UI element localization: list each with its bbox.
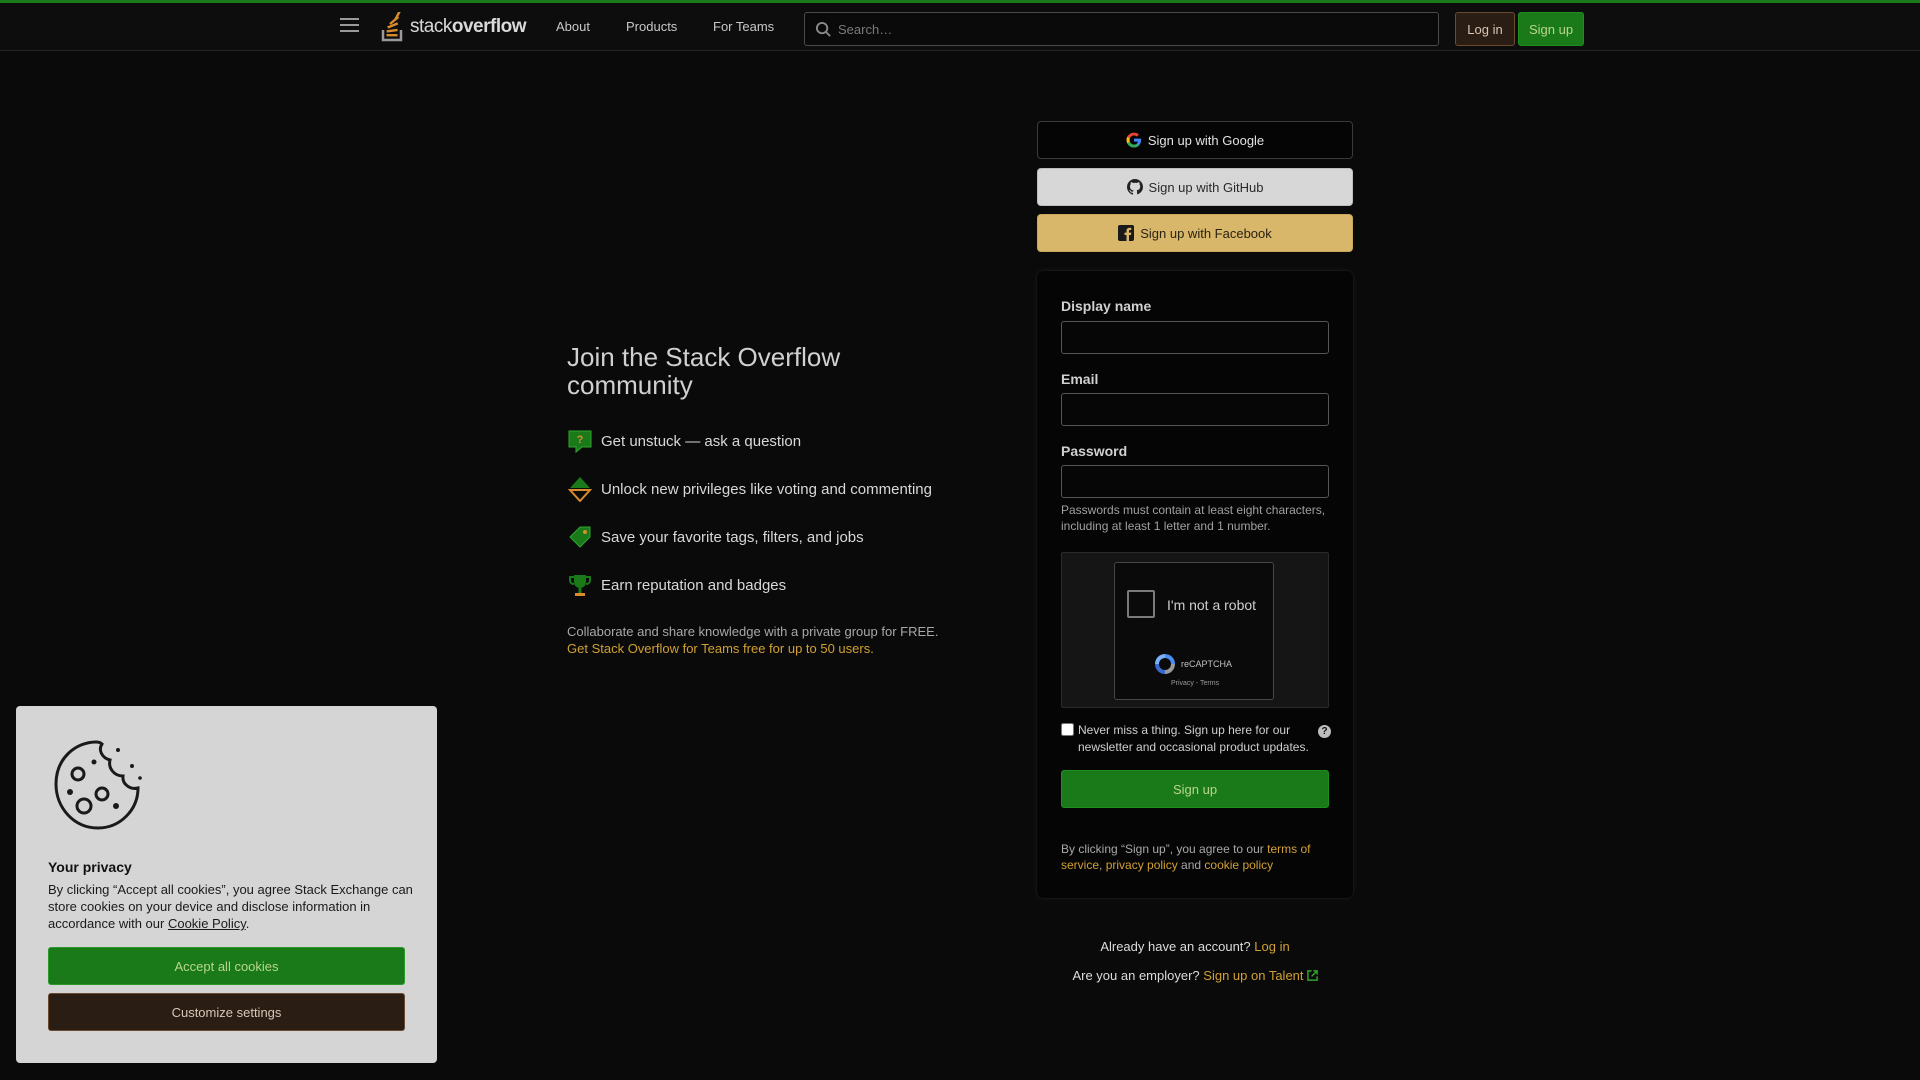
recaptcha-links[interactable]: Privacy - Terms: [1115, 680, 1275, 687]
newsletter-optin: Never miss a thing. Sign up here for our…: [1061, 722, 1331, 756]
recaptcha-checkbox[interactable]: [1127, 590, 1155, 618]
signup-google-label: Sign up with Google: [1147, 132, 1265, 148]
trophy-icon: [569, 575, 591, 596]
signup-form: Display name Email Password Passwords mu…: [1037, 271, 1353, 898]
vote-arrows-icon: [567, 477, 593, 502]
login-button[interactable]: Log in: [1455, 12, 1515, 46]
stack-logo-icon: [381, 12, 403, 42]
cookie-icon: [54, 740, 142, 830]
teams-promo-text: Collaborate and share knowledge with a p…: [567, 624, 939, 639]
feature-item: ? Get unstuck — ask a question: [567, 428, 801, 454]
site-logo[interactable]: stackoverflow: [380, 9, 526, 45]
question-bubble-icon: ?: [568, 430, 592, 454]
cookie-body: By clicking “Accept all cookies”, you ag…: [48, 882, 413, 931]
cookie-policy-link[interactable]: Cookie Policy: [168, 916, 246, 931]
google-icon: [1126, 132, 1141, 148]
feature-item: Save your favorite tags, filters, and jo…: [567, 524, 864, 550]
help-icon[interactable]: ?: [1318, 725, 1331, 738]
svg-text:?: ?: [577, 434, 584, 446]
feature-text: Earn reputation and badges: [601, 576, 787, 594]
signup-github-button[interactable]: Sign up with GitHub: [1037, 168, 1353, 206]
signup-facebook-button[interactable]: Sign up with Facebook: [1037, 214, 1353, 252]
teams-promo: Collaborate and share knowledge with a p…: [567, 623, 938, 657]
have-account-text: Already have an account?: [1100, 939, 1251, 954]
password-field[interactable]: [1061, 465, 1329, 498]
signup-button[interactable]: Sign up: [1518, 12, 1584, 46]
nav-for-teams[interactable]: For Teams: [713, 19, 774, 34]
login-prompt: Already have an account? Log in: [1037, 939, 1353, 954]
login-link[interactable]: Log in: [1254, 939, 1289, 954]
top-bar: stackoverflow About Products For Teams L…: [0, 0, 1920, 51]
logo-text: stackoverflow: [410, 16, 526, 37]
signup-facebook-label: Sign up with Facebook: [1140, 225, 1272, 241]
newsletter-text: Never miss a thing. Sign up here for our…: [1078, 723, 1309, 754]
display-name-label: Display name: [1061, 298, 1152, 314]
employer-text: Are you an employer?: [1072, 968, 1200, 983]
feature-item: Earn reputation and badges: [567, 572, 786, 598]
nav-about[interactable]: About: [556, 19, 590, 34]
nav-products[interactable]: Products: [626, 19, 677, 34]
recaptcha-label: I'm not a robot: [1167, 597, 1257, 613]
signup-submit-button[interactable]: Sign up: [1061, 770, 1329, 808]
talent-link[interactable]: Sign up on Talent: [1203, 968, 1318, 983]
display-name-field[interactable]: [1061, 321, 1329, 354]
recaptcha-icon: [1155, 654, 1175, 674]
email-field[interactable]: [1061, 393, 1329, 426]
signup-github-label: Sign up with GitHub: [1148, 179, 1264, 195]
cookie-policy-link[interactable]: cookie policy: [1204, 858, 1273, 872]
newsletter-checkbox[interactable]: [1061, 723, 1074, 736]
feature-text: Get unstuck — ask a question: [601, 432, 802, 450]
cookie-title: Your privacy: [48, 859, 132, 875]
facebook-icon: [1118, 225, 1135, 241]
feature-text: Save your favorite tags, filters, and jo…: [601, 528, 864, 546]
external-link-icon: [1306, 970, 1318, 981]
cookie-consent-panel: Your privacy By clicking “Accept all coo…: [16, 706, 437, 1063]
accept-cookies-button[interactable]: Accept all cookies: [48, 947, 405, 985]
customize-settings-button[interactable]: Customize settings: [48, 993, 405, 1031]
search-bar: [804, 12, 1439, 46]
feature-item: Unlock new privileges like voting and co…: [567, 476, 932, 502]
feature-text: Unlock new privileges like voting and co…: [601, 480, 932, 498]
github-icon: [1126, 179, 1143, 195]
captcha-container: I'm not a robot reCAPTCHA Privacy - Term…: [1061, 552, 1329, 708]
password-label: Password: [1061, 443, 1128, 459]
search-icon: [815, 21, 831, 37]
teams-promo-link[interactable]: Get Stack Overflow for Teams free for up…: [567, 641, 874, 656]
recaptcha-brand: reCAPTCHA: [1181, 659, 1233, 669]
recaptcha-widget: I'm not a robot reCAPTCHA Privacy - Term…: [1114, 562, 1274, 700]
terms-notice: By clicking “Sign up”, you agree to our …: [1061, 842, 1311, 872]
privacy-link[interactable]: privacy policy: [1106, 858, 1178, 872]
employer-prompt: Are you an employer? Sign up on Talent: [1037, 968, 1353, 983]
signup-google-button[interactable]: Sign up with Google: [1037, 121, 1353, 159]
password-hint: Passwords must contain at least eight ch…: [1061, 503, 1326, 533]
tag-icon: [569, 526, 591, 548]
email-label: Email: [1061, 371, 1099, 387]
search-input[interactable]: [838, 21, 1398, 37]
page-title: Join the Stack Overflow community: [567, 342, 841, 400]
menu-icon[interactable]: [340, 18, 359, 34]
